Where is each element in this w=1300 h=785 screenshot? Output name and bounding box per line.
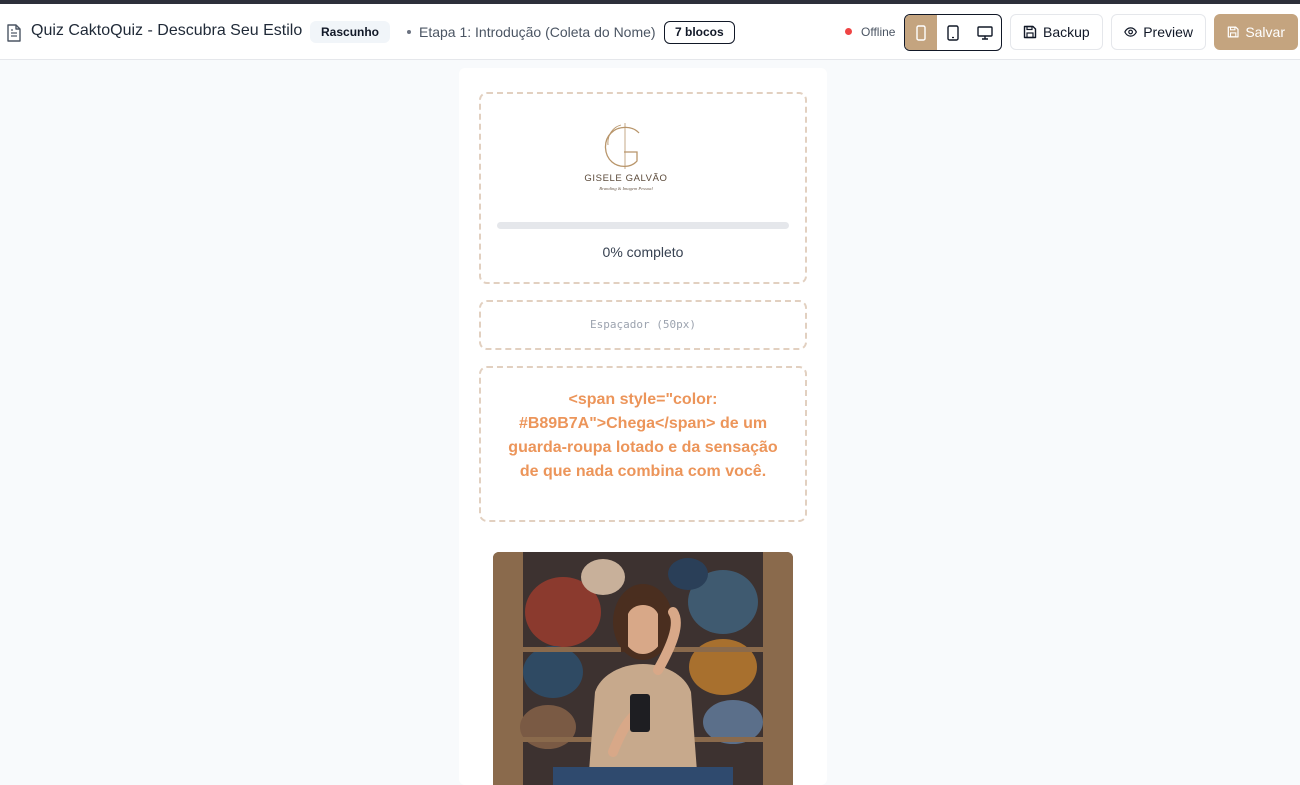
tablet-icon: [947, 24, 959, 41]
device-toggle-group: [904, 14, 1002, 51]
quiz-canvas: GISELE GALVÃO Branding & Imagem Pessoal …: [459, 68, 827, 785]
heading-block[interactable]: <span style="color: #B89B7A">Chega</span…: [479, 366, 807, 522]
heading-text: <span style="color: #B89B7A">Chega</span…: [508, 391, 778, 480]
preview-label: Preview: [1143, 24, 1193, 40]
preview-button[interactable]: Preview: [1111, 14, 1206, 50]
intro-image[interactable]: [493, 552, 793, 785]
save-label: Salvar: [1245, 24, 1285, 40]
quiz-title: Quiz CaktoQuiz - Descubra Seu Estilo: [31, 22, 303, 39]
progress-bar: [497, 222, 789, 229]
offline-status-dot: [845, 28, 852, 35]
svg-text:Branding & Imagem Pessoal: Branding & Imagem Pessoal: [599, 186, 653, 191]
backup-button[interactable]: Backup: [1010, 14, 1103, 50]
save-disk-icon: [1023, 25, 1037, 39]
draft-status-badge: Rascunho: [310, 21, 391, 43]
desktop-view-button[interactable]: [969, 15, 1001, 50]
spacer-label: Espaçador (50px): [590, 318, 696, 331]
desktop-icon: [977, 25, 993, 40]
save-icon: [1227, 26, 1239, 38]
separator-dot: [407, 30, 411, 34]
blocks-count-badge: 7 blocos: [664, 21, 735, 44]
tablet-view-button[interactable]: [937, 15, 969, 50]
spacer-block[interactable]: Espaçador (50px): [479, 300, 807, 350]
stage-label: Etapa 1: Introdução (Coleta do Nome): [419, 24, 656, 40]
brand-logo: GISELE GALVÃO Branding & Imagem Pessoal: [584, 123, 667, 191]
editor-header: Quiz CaktoQuiz - Descubra Seu Estilo Ras…: [0, 4, 1300, 60]
progress-label: 0% completo: [602, 244, 684, 260]
document-icon: [7, 24, 21, 42]
mobile-icon: [916, 24, 926, 41]
mobile-view-button[interactable]: [905, 15, 937, 50]
connection-status: Offline: [861, 25, 896, 39]
save-button[interactable]: Salvar: [1214, 14, 1298, 50]
header-block[interactable]: GISELE GALVÃO Branding & Imagem Pessoal …: [479, 92, 807, 284]
eye-icon: [1124, 27, 1138, 37]
svg-text:GISELE GALVÃO: GISELE GALVÃO: [584, 173, 667, 184]
backup-label: Backup: [1043, 24, 1090, 40]
